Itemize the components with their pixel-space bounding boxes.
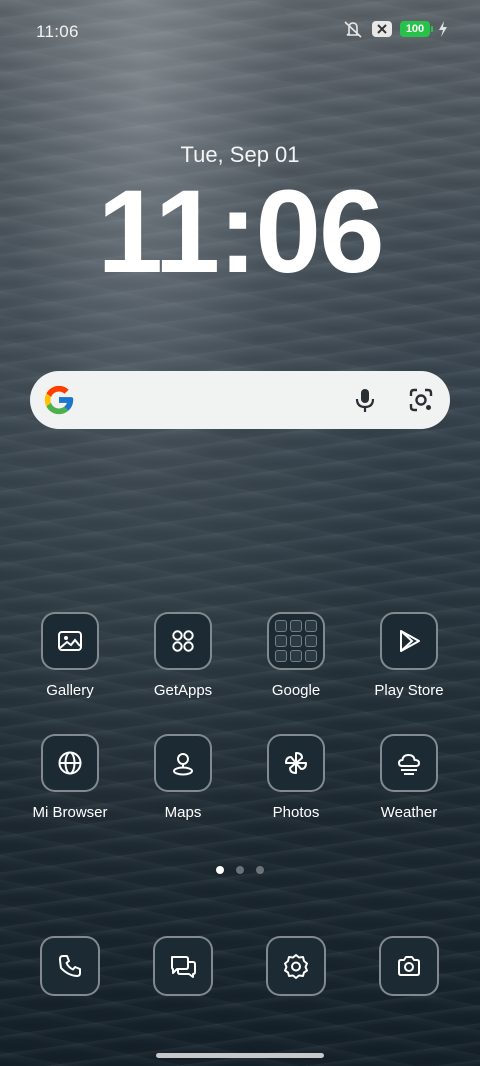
weather-icon[interactable] xyxy=(380,734,438,792)
status-time: 11:06 xyxy=(36,22,79,41)
page-dot[interactable] xyxy=(256,866,264,874)
mini-app-icon xyxy=(275,635,287,647)
app-gallery[interactable]: Gallery xyxy=(14,612,126,699)
camera-icon[interactable] xyxy=(379,936,439,996)
app-maps[interactable]: Maps xyxy=(127,734,239,821)
app-weather[interactable]: Weather xyxy=(353,734,465,821)
folder-google[interactable]: Google xyxy=(240,612,352,699)
status-icons: 100 xyxy=(342,20,448,38)
getapps-icon[interactable] xyxy=(154,612,212,670)
pinwheel-icon[interactable] xyxy=(267,734,325,792)
app-getapps[interactable]: GetApps xyxy=(127,612,239,699)
mute-icon xyxy=(342,20,364,38)
lens-icon[interactable] xyxy=(406,385,436,420)
dock-camera[interactable] xyxy=(379,936,439,996)
clock-widget[interactable]: 11:06 xyxy=(0,167,480,298)
charging-icon xyxy=(438,21,448,37)
mini-app-icon xyxy=(290,650,302,662)
status-bar: 11:06 100 xyxy=(0,0,480,62)
dock-messages[interactable] xyxy=(153,936,213,996)
mini-app-icon xyxy=(275,650,287,662)
phone-icon[interactable] xyxy=(40,936,100,996)
gesture-nav-handle[interactable] xyxy=(156,1053,324,1058)
date-label[interactable]: Tue, Sep 01 xyxy=(0,142,480,168)
folder-grid xyxy=(275,620,317,662)
app-label: Mi Browser xyxy=(32,804,108,821)
dock-settings[interactable] xyxy=(266,936,326,996)
mini-app-icon xyxy=(275,620,287,632)
messages-icon[interactable] xyxy=(153,936,213,996)
google-search-bar[interactable] xyxy=(30,371,450,429)
mini-app-icon xyxy=(305,620,317,632)
gallery-icon[interactable] xyxy=(41,612,99,670)
mini-app-icon xyxy=(290,635,302,647)
app-label: Weather xyxy=(380,804,438,821)
app-label: Google xyxy=(271,682,321,699)
app-mi-browser[interactable]: Mi Browser xyxy=(14,734,126,821)
folder-icon[interactable] xyxy=(267,612,325,670)
map-pin-icon[interactable] xyxy=(154,734,212,792)
settings-icon[interactable] xyxy=(266,936,326,996)
app-label: Maps xyxy=(164,804,202,821)
mini-app-icon xyxy=(305,635,317,647)
mini-app-icon xyxy=(290,620,302,632)
google-g-icon xyxy=(42,383,76,422)
page-indicator xyxy=(0,866,480,874)
app-label: Gallery xyxy=(46,682,94,699)
page-dot[interactable] xyxy=(236,866,244,874)
sim-x-icon xyxy=(372,21,392,37)
dock-phone[interactable] xyxy=(40,936,100,996)
page-dot-active[interactable] xyxy=(216,866,224,874)
app-label: GetApps xyxy=(153,682,213,699)
battery-icon: 100 xyxy=(400,21,433,37)
app-label: Play Store xyxy=(374,682,444,699)
app-photos[interactable]: Photos xyxy=(240,734,352,821)
mini-app-icon xyxy=(305,650,317,662)
mic-icon[interactable] xyxy=(350,385,380,420)
app-label: Photos xyxy=(272,804,320,821)
globe-icon[interactable] xyxy=(41,734,99,792)
app-play-store[interactable]: Play Store xyxy=(353,612,465,699)
play-store-icon[interactable] xyxy=(380,612,438,670)
